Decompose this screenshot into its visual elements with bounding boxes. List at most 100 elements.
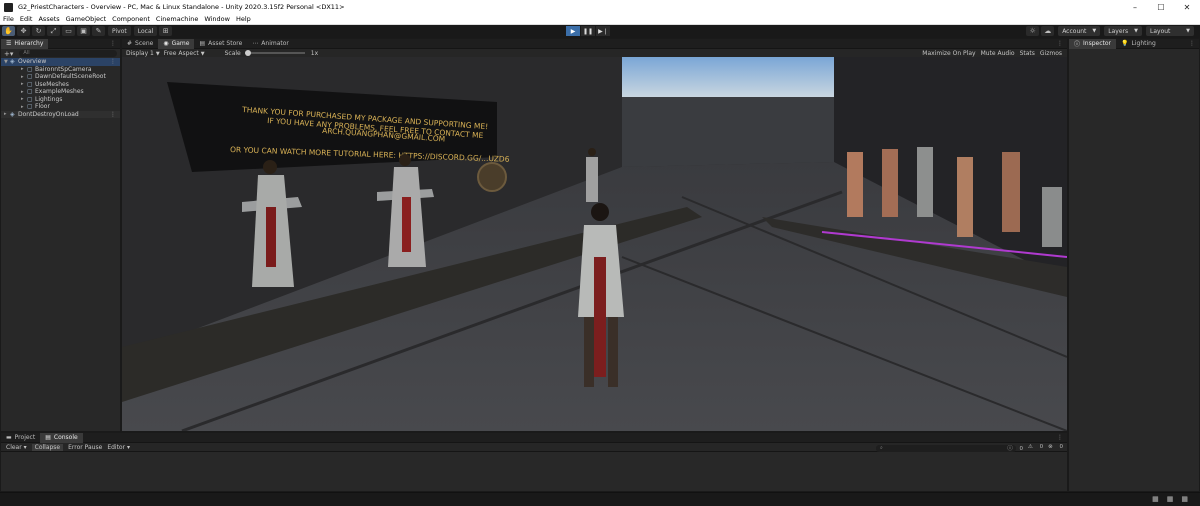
chevron-down-icon: ▼ [1186,28,1190,34]
account-dropdown[interactable]: Account ▼ [1058,26,1101,36]
maximize-button[interactable]: ☐ [1148,3,1174,12]
gameobject-icon: ▢ [27,103,33,111]
scale-value: 1x [310,49,319,57]
close-button[interactable]: ✕ [1174,3,1200,12]
hierarchy-item[interactable]: ▸ ▢ ExampleMeshes [1,88,120,96]
gameobject-icon: ▢ [27,95,33,103]
hierarchy-search-row: +▾ All [1,49,120,58]
collapse-toggle[interactable]: Collapse [31,443,64,451]
clear-label: Clear [6,443,22,451]
menu-bar: File Edit Assets GameObject Component Ci… [0,14,1200,25]
warning-count[interactable]: ⚠ 0 [1028,444,1043,452]
layers-label: Layers [1108,27,1129,35]
hierarchy-item[interactable]: ▸ ▢ Floor [1,103,120,111]
panel-menu-icon[interactable]: ⋮ [1057,40,1063,47]
scale-slider-knob[interactable] [244,50,251,56]
inspector-tabstrip: ⓘ Inspector 💡 Lighting ⋮ [1069,38,1199,49]
auto-generate-icon[interactable]: ▦ [1181,495,1188,503]
hierarchy-item-label: UseMeshes [35,80,69,88]
inspector-panel: ⓘ Inspector 💡 Lighting ⋮ [1068,38,1200,492]
tab-game[interactable]: ◉ Game [158,38,195,49]
tab-console[interactable]: ▤ Console [40,432,83,443]
step-button[interactable]: ▶❘ [596,26,610,36]
error-count[interactable]: ⊗ 0 [1048,444,1063,452]
game-view-options: Maximize On Play Mute Audio Stats Gizmos [922,50,1067,57]
pivot-label: Pivot [112,27,127,35]
rotate-tool-icon[interactable]: ↻ [32,26,45,36]
hierarchy-item[interactable]: ▸ ▢ UseMeshes [1,81,120,89]
hierarchy-search-input[interactable]: All [19,50,117,57]
sky [622,57,834,97]
panel-menu-icon[interactable]: ⋮ [1189,40,1195,47]
menu-help[interactable]: Help [236,15,251,23]
panel-menu-icon[interactable]: ⋮ [1057,434,1063,441]
custom-tool-icon[interactable]: ✎ [92,26,105,36]
tab-hierarchy[interactable]: ☰ Hierarchy [1,38,49,49]
layout-dropdown[interactable]: Layout ▼ [1146,26,1194,36]
game-viewport[interactable]: THANK YOU FOR PURCHASED MY PACKAGE AND S… [122,57,1067,431]
animator-tab-label: Animator [261,40,289,47]
menu-assets[interactable]: Assets [38,15,59,23]
rect-tool-icon[interactable]: ▭ [62,26,75,36]
menu-cinemachine[interactable]: Cinemachine [156,15,198,23]
tab-scene[interactable]: # Scene [122,39,158,49]
menu-window[interactable]: Window [204,15,230,23]
maximize-on-play-toggle[interactable]: Maximize On Play [922,50,975,57]
mute-audio-toggle[interactable]: Mute Audio [981,50,1015,57]
add-icon[interactable]: +▾ [4,50,13,58]
cloud-icon[interactable]: ☁ [1041,26,1055,36]
playback-controls: ▶ ❚❚ ▶❘ [566,26,611,36]
scene-menu-icon[interactable]: ⋮ [110,58,116,65]
hand-tool-icon[interactable]: ✋ [2,26,15,36]
bulb-icon: 💡 [1121,40,1129,47]
tab-project[interactable]: ▬ Project [1,433,40,443]
info-icon: ⓘ [1074,41,1081,48]
transform-tool-icon[interactable]: ▣ [77,26,90,36]
animator-icon: ⋯ [252,40,259,47]
editor-label: Editor [107,443,126,451]
scene-dontdestroyonload[interactable]: ▸ ◈ DontDestroyOnLoad ⋮ [1,110,120,118]
minimize-button[interactable]: – [1122,3,1148,12]
menu-gameobject[interactable]: GameObject [66,15,107,23]
pause-button[interactable]: ❚❚ [581,26,595,36]
menu-component[interactable]: Component [112,15,150,23]
warning-count-value: 0 [1039,444,1044,450]
console-search-input[interactable]: ⌕ [876,445,1016,452]
editor-dropdown[interactable]: Editor ▾ [107,444,130,451]
play-button[interactable]: ▶ [566,26,580,36]
scale-slider[interactable] [244,50,305,56]
scene-menu-icon[interactable]: ⋮ [110,111,116,118]
move-tool-icon[interactable]: ✥ [17,26,30,36]
tab-lighting[interactable]: 💡 Lighting [1116,39,1161,49]
stats-toggle[interactable]: Stats [1020,50,1035,57]
gizmos-dropdown[interactable]: Gizmos [1040,50,1062,57]
tab-animator[interactable]: ⋯ Animator [247,39,294,49]
scene-tab-label: Scene [135,40,154,47]
scene-dontdestroy-label: DontDestroyOnLoad [18,110,79,118]
grid-snap-icon[interactable]: ⊞ [159,26,173,36]
display-label: Display 1 [126,49,154,57]
panel-menu-icon[interactable]: ⋮ [110,40,116,47]
layers-dropdown[interactable]: Layers ▼ [1104,26,1142,36]
aspect-dropdown[interactable]: Free Aspect ▼ [164,50,205,57]
clear-dropdown[interactable]: Clear ▾ [6,444,27,451]
log-count[interactable]: ⓘ 0 [1007,444,1023,452]
progress-icon[interactable]: ▦ [1152,495,1159,503]
window-title: G2_PriestCharacters - Overview - PC, Mac… [18,3,345,11]
local-toggle[interactable]: Local [133,26,158,36]
tab-asset-store[interactable]: ▤ Asset Store [194,39,247,49]
error-pause-toggle[interactable]: Error Pause [68,444,102,451]
hierarchy-item[interactable]: ▸ ▢ Lightings [1,96,120,104]
scene-overview[interactable]: ▼ ◈ Overview ⋮ [1,58,120,66]
hierarchy-item[interactable]: ▸ ▢ BaironntSpCamera [1,66,120,74]
scale-tool-icon[interactable]: ⤢ [47,26,60,36]
hierarchy-item[interactable]: ▸ ▢ DawnDefaultSceneRoot [1,73,120,81]
display-dropdown[interactable]: Display 1 ▼ [126,50,160,57]
cache-icon[interactable]: ▦ [1167,495,1174,503]
gameobject-icon: ▢ [27,73,33,81]
pivot-toggle[interactable]: Pivot [108,26,131,36]
tab-inspector[interactable]: ⓘ Inspector [1069,38,1117,49]
menu-edit[interactable]: Edit [20,15,33,23]
collab-icon[interactable]: ☼ [1026,26,1040,36]
menu-file[interactable]: File [3,15,14,23]
